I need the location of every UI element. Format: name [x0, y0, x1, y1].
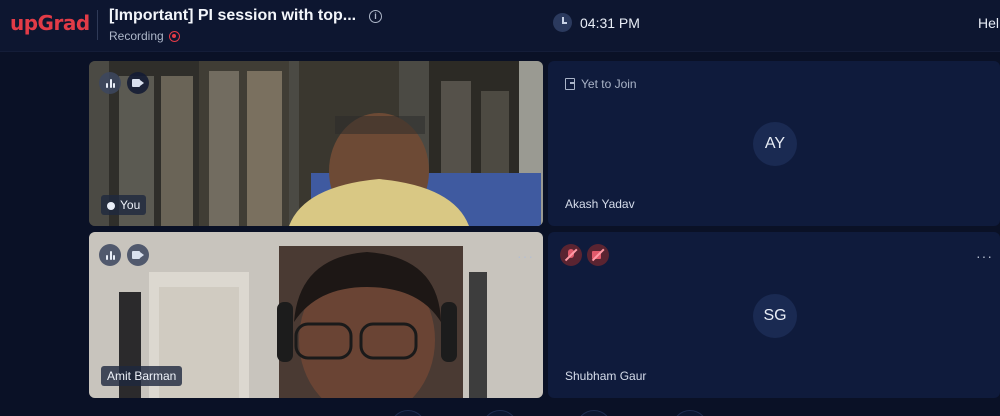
avatar: AY — [753, 122, 797, 166]
video-tile-amit-barman[interactable]: ··· Amit Barman — [89, 232, 543, 398]
video-tile-shubham-gaur[interactable]: ··· SG Shubham Gaur — [548, 232, 1000, 398]
camera-off-icon[interactable] — [587, 244, 609, 266]
camera-toggle-button[interactable] — [482, 410, 518, 416]
more-options-icon[interactable]: ··· — [517, 249, 534, 263]
join-status: Yet to Join — [565, 77, 637, 91]
info-icon[interactable]: i — [369, 10, 382, 23]
avatar: SG — [753, 294, 797, 338]
recording-indicator: Recording — [109, 29, 180, 43]
header-divider — [97, 10, 98, 40]
camera-on-icon[interactable] — [127, 72, 149, 94]
presenter-icon — [107, 202, 115, 210]
join-status-label: Yet to Join — [581, 77, 637, 91]
mic-toggle-button[interactable] — [390, 410, 426, 416]
name-label: You — [120, 198, 141, 212]
control-bar — [0, 404, 1000, 416]
more-controls-button[interactable] — [672, 410, 708, 416]
participant-name-you: You — [101, 195, 147, 215]
participant-name-amit-barman: Amit Barman — [101, 366, 183, 386]
top-bar: upGrad [Important] PI session with top..… — [0, 0, 1000, 52]
participant-name-akash-yadav: Akash Yadav — [565, 197, 635, 211]
more-options-icon[interactable]: ··· — [976, 249, 993, 263]
audio-level-icon — [99, 244, 121, 266]
participant-name-shubham-gaur: Shubham Gaur — [565, 369, 647, 383]
camera-on-icon[interactable] — [127, 244, 149, 266]
help-link[interactable]: Hel — [978, 15, 999, 31]
clock-icon — [553, 13, 572, 32]
exit-door-icon — [565, 78, 575, 90]
mic-off-icon[interactable] — [560, 244, 582, 266]
video-tile-you[interactable]: You — [89, 61, 543, 226]
video-tile-akash-yadav[interactable]: Yet to Join AY Akash Yadav — [548, 61, 1000, 226]
recording-label: Recording — [109, 29, 164, 43]
audio-level-icon — [99, 72, 121, 94]
brand-logo: upGrad — [10, 11, 90, 35]
share-screen-button[interactable] — [576, 410, 612, 416]
session-time: 04:31 PM — [580, 15, 640, 31]
camera-feed-you — [89, 61, 543, 226]
session-title: [Important] PI session with top... — [109, 7, 357, 24]
record-dot-icon — [168, 30, 180, 42]
